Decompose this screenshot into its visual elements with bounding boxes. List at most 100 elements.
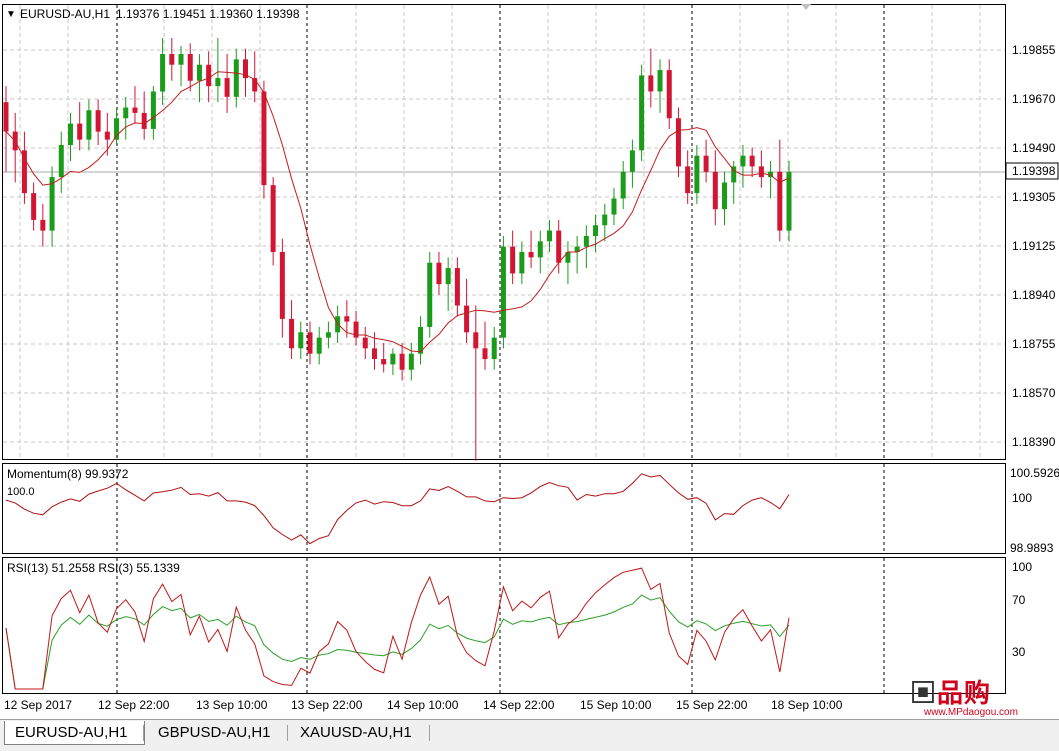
bear-candle xyxy=(206,64,212,87)
momentum-title: Momentum(8) 99.9372 xyxy=(7,467,129,481)
time-label: 14 Sep 10:00 xyxy=(387,698,459,712)
bear-candle xyxy=(279,252,285,319)
bull-candle xyxy=(233,59,239,97)
time-label: 14 Sep 22:00 xyxy=(483,698,555,712)
bear-candle xyxy=(712,171,718,210)
bear-candle xyxy=(40,219,46,231)
momentum-tick: 98.9893 xyxy=(1010,541,1054,555)
bear-candle xyxy=(289,318,295,349)
rsi-tick: 100 xyxy=(1012,560,1032,574)
watermark: ▣品购 www.MPdaogou.com xyxy=(910,679,1040,719)
tab-gbpusd[interactable]: GBPUSD-AU,H1 xyxy=(148,721,288,745)
bear-candle xyxy=(344,316,350,322)
bear-candle xyxy=(399,353,405,370)
bear-candle xyxy=(31,193,37,220)
bear-candle xyxy=(703,155,709,172)
bull-candle xyxy=(583,235,589,247)
bear-candle xyxy=(95,110,101,132)
bear-candle xyxy=(77,123,83,140)
bear-candle xyxy=(104,131,110,140)
symbol-tab-bar: EURUSD-AU,H1 GBPUSD-AU,H1 XAUUSD-AU,H1 xyxy=(0,719,1059,751)
momentum-panel[interactable] xyxy=(2,463,1006,554)
momentum-tick: 100.5926 xyxy=(1010,466,1059,480)
price-tick: 1.19490 xyxy=(1012,141,1056,155)
current-price-label: 1.19398 xyxy=(1012,164,1056,178)
watermark-url: www.MPdaogou.com xyxy=(924,707,1018,718)
bear-candle xyxy=(685,166,691,194)
bull-candle xyxy=(786,171,792,231)
ohlc-readout: 1.19376 1.19451 1.19360 1.19398 xyxy=(116,7,300,21)
bear-candle xyxy=(307,332,313,354)
time-label: 13 Sep 10:00 xyxy=(196,698,268,712)
bear-candle xyxy=(141,112,147,129)
bear-candle xyxy=(528,252,534,258)
bull-candle xyxy=(196,64,202,81)
bear-candle xyxy=(648,75,654,92)
bear-candle xyxy=(666,70,672,119)
bull-candle xyxy=(611,198,617,215)
bear-candle xyxy=(675,118,681,167)
bull-candle xyxy=(537,241,543,258)
bear-candle xyxy=(21,150,27,194)
bull-candle xyxy=(150,91,156,129)
time-label: 12 Sep 22:00 xyxy=(98,698,170,712)
bull-candle xyxy=(390,353,396,365)
chart-canvas[interactable]: ▼ EURUSD-AU,H1 1.19376 1.19451 1.19360 1… xyxy=(0,0,1059,719)
time-label: 13 Sep 22:00 xyxy=(291,698,363,712)
bear-candle xyxy=(749,155,755,167)
bear-candle xyxy=(464,305,470,333)
time-label: 18 Sep 10:00 xyxy=(771,698,843,712)
bear-candle xyxy=(132,107,138,113)
bull-candle xyxy=(593,225,599,236)
bear-candle xyxy=(362,337,368,349)
bull-candle xyxy=(722,182,728,210)
bear-candle xyxy=(454,268,460,306)
bear-candle xyxy=(187,54,193,81)
bear-candle xyxy=(261,91,267,186)
bear-candle xyxy=(758,166,764,178)
rsi-title: RSI(13) 51.2558 RSI(3) 55.1339 xyxy=(7,561,180,575)
time-label: 15 Sep 22:00 xyxy=(676,698,748,712)
bull-candle xyxy=(316,337,322,354)
time-label: 12 Sep 2017 xyxy=(4,698,72,712)
bear-candle xyxy=(270,185,276,253)
rsi-panel[interactable] xyxy=(2,557,1006,694)
bear-candle xyxy=(510,246,516,274)
watermark-logo: ▣品购 xyxy=(910,678,992,708)
price-tick: 1.18570 xyxy=(1012,386,1056,400)
bull-candle xyxy=(86,110,92,140)
bull-candle xyxy=(123,107,129,119)
bull-candle xyxy=(58,144,64,178)
symbol-label: EURUSD-AU,H1 xyxy=(20,7,110,21)
bull-candle xyxy=(639,75,645,151)
tab-eurusd[interactable]: EURUSD-AU,H1 xyxy=(4,721,145,745)
bull-candle xyxy=(298,332,304,349)
main-chart-panel[interactable] xyxy=(2,4,1006,460)
rsi-tick: 70 xyxy=(1012,593,1026,607)
bull-candle xyxy=(519,252,525,274)
bull-candle xyxy=(408,353,414,370)
bull-candle xyxy=(657,70,663,92)
price-tick: 1.18940 xyxy=(1012,288,1056,302)
price-tick: 1.19125 xyxy=(1012,239,1056,253)
bear-candle xyxy=(473,332,479,349)
bull-candle xyxy=(629,150,635,172)
bear-candle xyxy=(224,78,230,97)
price-tick: 1.19305 xyxy=(1012,190,1056,204)
bear-candle xyxy=(482,348,488,360)
bull-candle xyxy=(602,214,608,226)
bear-candle xyxy=(381,359,387,365)
momentum-tick: 100 xyxy=(1012,491,1032,505)
bull-candle xyxy=(546,230,552,242)
tab-xauusd[interactable]: XAUUSD-AU,H1 xyxy=(290,721,430,745)
bear-candle xyxy=(556,230,562,263)
bull-candle xyxy=(491,337,497,360)
bull-candle xyxy=(67,123,73,145)
symbol-caret-icon[interactable]: ▼ xyxy=(6,9,16,20)
price-tick: 1.18755 xyxy=(1012,337,1056,351)
bull-candle xyxy=(427,262,433,327)
price-tick: 1.19855 xyxy=(1012,43,1056,57)
bull-candle xyxy=(500,246,506,338)
momentum-level-label: 100.0 xyxy=(7,486,35,498)
bull-candle xyxy=(325,332,331,338)
